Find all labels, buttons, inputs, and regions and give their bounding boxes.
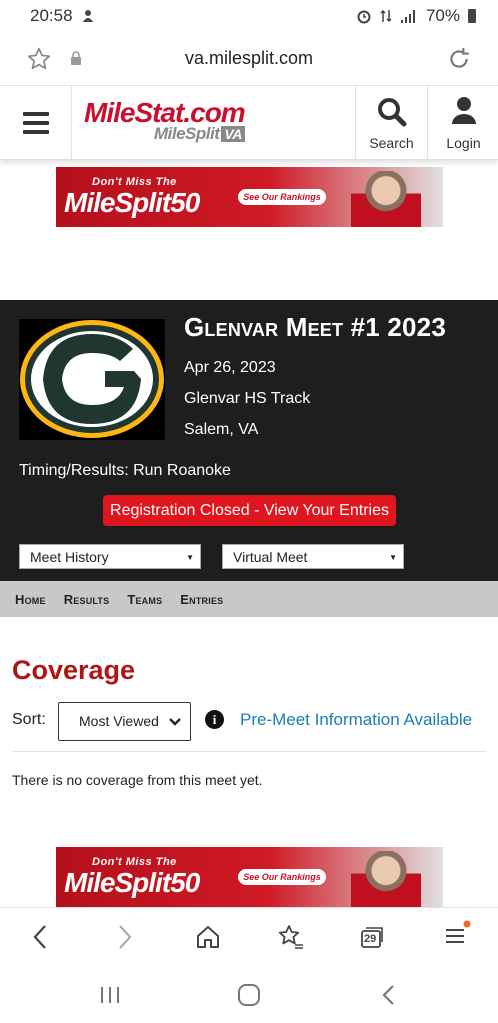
battery-icon	[468, 9, 476, 23]
meet-date: Apr 26, 2023	[184, 359, 276, 376]
url-text[interactable]: va.milesplit.com	[0, 48, 498, 69]
dropdown-arrow-icon: ▼	[389, 553, 397, 562]
sort-value: Most Viewed	[79, 713, 159, 729]
back-icon[interactable]	[30, 923, 50, 951]
battery-level: 70%	[425, 6, 460, 25]
site-header: MileStat.com MileSplit VA Search Login	[0, 86, 498, 160]
meet-location: Salem, VA	[184, 421, 259, 438]
ad-runner-image	[351, 171, 421, 227]
menu-bar-icon	[22, 112, 49, 116]
meet-history-value: Meet History	[30, 549, 109, 565]
alarm-icon	[357, 10, 371, 24]
chevron-down-icon	[169, 718, 181, 726]
logo-region: VA	[221, 126, 245, 142]
forward-icon[interactable]	[115, 923, 135, 951]
tab-count: 29	[364, 933, 377, 945]
login-button[interactable]: Login	[427, 86, 498, 160]
menu-button[interactable]	[0, 86, 72, 160]
pre-meet-info-link[interactable]: Pre-Meet Information Available	[240, 710, 472, 730]
meet-title: Glenvar Meet #1 2023	[184, 312, 446, 342]
meet-nav-tabs: Home Results Teams Entries	[0, 581, 498, 617]
tab-home[interactable]: Home	[15, 592, 46, 607]
sort-select[interactable]: Most Viewed	[58, 702, 191, 741]
team-logo	[19, 319, 165, 440]
data-transfer-icon	[380, 9, 392, 23]
system-nav-bar	[0, 965, 498, 1023]
ad-main-text: MileSplit50	[64, 187, 200, 218]
home-icon[interactable]	[195, 924, 221, 950]
bookmarks-icon[interactable]	[277, 924, 305, 950]
status-time: 20:58	[30, 6, 73, 25]
virtual-meet-value: Virtual Meet	[233, 549, 308, 565]
ad-rankings-button[interactable]: See Our Rankings	[238, 869, 326, 885]
meet-history-select[interactable]: Meet History ▼	[19, 544, 201, 569]
tab-results[interactable]: Results	[64, 592, 110, 607]
status-bar: 20:58 70%	[0, 0, 498, 32]
home-button-icon[interactable]	[237, 983, 261, 1007]
info-icon: i	[205, 710, 224, 729]
ad-banner-top[interactable]: Don't Miss The MileSplit50 See Our Ranki…	[56, 167, 443, 227]
virtual-meet-select[interactable]: Virtual Meet ▼	[222, 544, 404, 569]
dropdown-arrow-icon: ▼	[186, 553, 194, 562]
g-logo-icon	[20, 320, 164, 438]
search-button[interactable]: Search	[355, 86, 427, 160]
logo-sub-label: MileSplit	[154, 124, 220, 143]
ad-main-text: MileSplit50	[64, 867, 200, 898]
divider	[12, 751, 486, 752]
ad-runner-image	[351, 851, 421, 907]
no-coverage-message: There is no coverage from this meet yet.	[12, 772, 263, 788]
meet-timing: Timing/Results: Run Roanoke	[19, 462, 231, 479]
menu-bar-icon	[22, 130, 49, 134]
browser-url-bar: va.milesplit.com	[0, 32, 498, 86]
reload-icon[interactable]	[446, 46, 472, 72]
login-label: Login	[446, 135, 481, 151]
logo-sub-text: MileSplit VA	[154, 124, 245, 144]
notification-icon	[82, 10, 93, 22]
sort-label: Sort:	[12, 711, 46, 728]
registration-button[interactable]: Registration Closed - View Your Entries	[103, 495, 396, 526]
site-logo[interactable]: MileStat.com MileSplit VA	[84, 98, 274, 154]
browser-menu-icon[interactable]	[443, 920, 471, 948]
meet-venue: Glenvar HS Track	[184, 390, 311, 407]
user-icon	[452, 97, 476, 124]
system-back-icon[interactable]	[380, 983, 398, 1007]
tabs-button[interactable]: 29	[361, 926, 385, 948]
search-icon	[378, 98, 407, 127]
tab-teams[interactable]: Teams	[127, 592, 162, 607]
ad-rankings-button[interactable]: See Our Rankings	[238, 189, 326, 205]
coverage-heading: Coverage	[12, 655, 136, 685]
browser-bottom-bar: 29	[0, 907, 498, 965]
meet-info-panel: Glenvar Meet #1 2023 Apr 26, 2023 Glenva…	[0, 300, 498, 581]
search-label: Search	[369, 135, 414, 151]
tab-entries[interactable]: Entries	[180, 592, 223, 607]
signal-icon	[400, 10, 415, 23]
ad-banner-bottom[interactable]: Don't Miss The MileSplit50 See Our Ranki…	[56, 847, 443, 907]
recent-apps-icon[interactable]	[99, 985, 121, 1005]
menu-bar-icon	[22, 121, 49, 125]
